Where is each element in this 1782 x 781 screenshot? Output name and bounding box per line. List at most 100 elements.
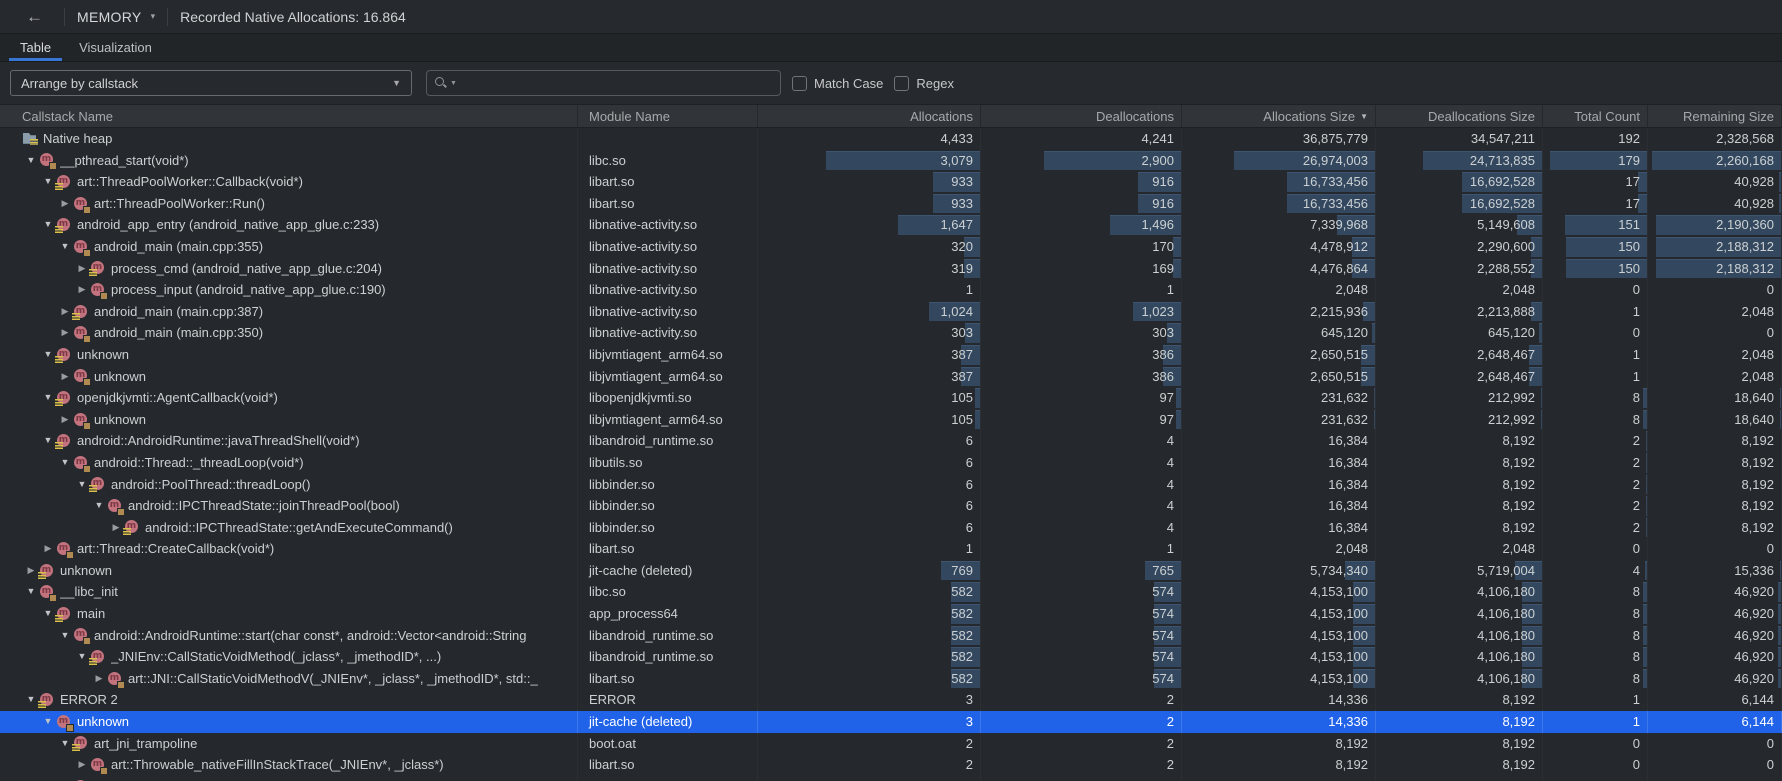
column-header-module-name[interactable]: Module Name bbox=[578, 105, 758, 127]
module-name: libnative-activity.so bbox=[578, 258, 758, 280]
table-row-unknown[interactable]: ▶unknownjit-cache (deleted)7697655,734,3… bbox=[0, 560, 1782, 582]
column-header-deallocations[interactable]: Deallocations bbox=[981, 105, 1182, 127]
table-row-android-main-main-cpp-355[interactable]: ▼android_main (main.cpp:355)libnative-ac… bbox=[0, 236, 1782, 258]
tab-table[interactable]: Table bbox=[6, 34, 65, 61]
column-header-allocations-size[interactable]: Allocations Size▼ bbox=[1182, 105, 1376, 127]
tree-collapse-icon[interactable]: ▶ bbox=[23, 560, 39, 582]
tree-expand-icon[interactable]: ▼ bbox=[40, 214, 56, 236]
callstack-table-body: Native heap4,4334,24136,875,77934,547,21… bbox=[0, 128, 1782, 781]
tree-collapse-icon[interactable]: ▶ bbox=[91, 668, 107, 690]
search-options-caret-icon[interactable]: ▼ bbox=[450, 80, 457, 87]
tree-collapse-icon[interactable]: ▶ bbox=[57, 322, 73, 344]
chevron-down-icon[interactable]: ▾ bbox=[151, 11, 156, 22]
table-row-android-thread-threadloop-void[interactable]: ▼android::Thread::_threadLoop(void*)libu… bbox=[0, 452, 1782, 474]
module-name: libart.so bbox=[578, 754, 758, 776]
tree-collapse-icon[interactable]: ▶ bbox=[74, 754, 90, 776]
tree-collapse-icon[interactable]: ▶ bbox=[57, 366, 73, 388]
session-title[interactable]: MEMORY bbox=[77, 9, 142, 25]
table-row-art-jni-trampoline[interactable]: ▼art_jni_trampolineboot.oat228,1928,1920… bbox=[0, 733, 1782, 755]
table-row-android-main-main-cpp-387[interactable]: ▶android_main (main.cpp:387)libnative-ac… bbox=[0, 301, 1782, 323]
table-row-art-throwable-nativefillinstac[interactable]: ▶art::Throwable_nativeFillInStackTrace(_… bbox=[0, 754, 1782, 776]
table-row-art-quick-to-interpreter-bridg[interactable]: ▶art_quick_to_interpreter_bridgelibart.s… bbox=[0, 776, 1782, 781]
back-icon[interactable]: ← bbox=[26, 7, 52, 27]
value-text: 2 bbox=[1633, 433, 1647, 448]
regex-checkbox[interactable]: Regex bbox=[894, 76, 954, 91]
allocation-method-icon bbox=[107, 498, 124, 514]
table-row-android-androidruntime-javathr[interactable]: ▼android::AndroidRuntime::javaThreadShel… bbox=[0, 430, 1782, 452]
value-text: 8,192 bbox=[1502, 736, 1542, 751]
tree-expand-icon[interactable]: ▼ bbox=[40, 711, 56, 733]
table-row-android-poolthread-threadloop[interactable]: ▼android::PoolThread::threadLoop()libbin… bbox=[0, 474, 1782, 496]
tree-expand-icon[interactable]: ▼ bbox=[40, 603, 56, 625]
value-text: 14,336 bbox=[1328, 692, 1375, 707]
tree-collapse-icon[interactable]: ▶ bbox=[108, 517, 124, 539]
tree-expand-icon[interactable]: ▼ bbox=[40, 171, 56, 193]
value-cell: 2 bbox=[981, 711, 1182, 733]
value-text: 8,192 bbox=[1741, 498, 1781, 513]
tree-collapse-icon[interactable]: ▶ bbox=[57, 301, 73, 323]
tree-expand-icon[interactable]: ▼ bbox=[57, 733, 73, 755]
value-text: 1 bbox=[1633, 692, 1647, 707]
table-row-art-threadpoolworker-callback-[interactable]: ▼art::ThreadPoolWorker::Callback(void*)l… bbox=[0, 171, 1782, 193]
table-row-android-main-main-cpp-350[interactable]: ▶android_main (main.cpp:350)libnative-ac… bbox=[0, 322, 1782, 344]
tree-collapse-icon[interactable]: ▶ bbox=[57, 193, 73, 215]
column-header-remaining-size[interactable]: Remaining Size bbox=[1648, 105, 1782, 127]
table-row-libc-init[interactable]: ▼__libc_initlibc.so5825744,153,1004,106,… bbox=[0, 581, 1782, 603]
arrange-by-dropdown[interactable]: Arrange by callstack ▼ bbox=[10, 70, 412, 96]
table-row-android-ipcthreadstate-getande[interactable]: ▶android::IPCThreadState::getAndExecuteC… bbox=[0, 517, 1782, 539]
table-row-process-input-android-native-a[interactable]: ▶process_input (android_native_app_glue.… bbox=[0, 279, 1782, 301]
table-row-android-app-entry-android-nati[interactable]: ▼android_app_entry (android_native_app_g… bbox=[0, 214, 1782, 236]
tree-expand-icon[interactable]: ▼ bbox=[23, 150, 39, 172]
tree-expand-icon[interactable]: ▼ bbox=[91, 495, 107, 517]
value-text: 2 bbox=[1633, 498, 1647, 513]
table-row-art-thread-createcallback-void[interactable]: ▶art::Thread::CreateCallback(void*)libar… bbox=[0, 538, 1782, 560]
table-row-error-2[interactable]: ▼ERROR 2ERROR3214,3368,19216,144 bbox=[0, 689, 1782, 711]
tree-collapse-icon[interactable]: ▶ bbox=[57, 776, 73, 781]
value-cell: 574 bbox=[981, 581, 1182, 603]
column-header-deallocations-size[interactable]: Deallocations Size bbox=[1376, 105, 1543, 127]
tree-collapse-icon[interactable]: ▶ bbox=[74, 279, 90, 301]
table-row-unknown[interactable]: ▶unknownlibjvmtiagent_arm64.so10597231,6… bbox=[0, 409, 1782, 431]
column-header-allocations[interactable]: Allocations bbox=[758, 105, 981, 127]
table-row-art-jni-callstaticvoidmethodv-[interactable]: ▶art::JNI::CallStaticVoidMethodV(_JNIEnv… bbox=[0, 668, 1782, 690]
tree-expand-icon[interactable]: ▼ bbox=[40, 344, 56, 366]
tab-visualization[interactable]: Visualization bbox=[65, 34, 166, 61]
tree-collapse-icon[interactable]: ▶ bbox=[57, 409, 73, 431]
value-cell: 0 bbox=[1543, 754, 1648, 776]
value-text: 2,188,312 bbox=[1716, 239, 1781, 254]
table-row-openjdkjvmti-agentcallback-voi[interactable]: ▼openjdkjvmti::AgentCallback(void*)libop… bbox=[0, 387, 1782, 409]
tree-expand-icon[interactable]: ▼ bbox=[57, 236, 73, 258]
table-row-art-threadpoolworker-run[interactable]: ▶art::ThreadPoolWorker::Run()libart.so93… bbox=[0, 193, 1782, 215]
allocation-method-icon bbox=[56, 174, 73, 190]
tree-expand-icon[interactable]: ▼ bbox=[57, 452, 73, 474]
column-header-callstack-name[interactable]: Callstack Name bbox=[0, 105, 578, 127]
column-header-total-count[interactable]: Total Count bbox=[1543, 105, 1648, 127]
table-row-native-heap[interactable]: Native heap4,4334,24136,875,77934,547,21… bbox=[0, 128, 1782, 150]
tree-expand-icon[interactable]: ▼ bbox=[23, 581, 39, 603]
tree-expand-icon[interactable]: ▼ bbox=[23, 689, 39, 711]
tree-expand-icon[interactable]: ▼ bbox=[74, 646, 90, 668]
value-cell: 0 bbox=[1648, 733, 1782, 755]
match-case-checkbox[interactable]: Match Case bbox=[792, 76, 883, 91]
tree-expand-icon[interactable]: ▼ bbox=[57, 625, 73, 647]
value-text: 16,733,456 bbox=[1303, 174, 1375, 189]
search-input[interactable]: ▼ bbox=[426, 70, 781, 96]
table-row-unknown[interactable]: ▶unknownlibjvmtiagent_arm64.so3873862,65… bbox=[0, 366, 1782, 388]
table-row-unknown[interactable]: ▼unknownjit-cache (deleted)3214,3368,192… bbox=[0, 711, 1782, 733]
tree-collapse-icon[interactable]: ▶ bbox=[40, 538, 56, 560]
table-row-android-ipcthreadstate-jointhr[interactable]: ▼android::IPCThreadState::joinThreadPool… bbox=[0, 495, 1782, 517]
value-cell: 582 bbox=[758, 646, 981, 668]
value-cell: 1,496 bbox=[981, 214, 1182, 236]
table-row-android-androidruntime-start-c[interactable]: ▼android::AndroidRuntime::start(char con… bbox=[0, 625, 1782, 647]
value-text: 645,120 bbox=[1488, 325, 1542, 340]
value-text: 2,215,936 bbox=[1310, 304, 1375, 319]
table-row-jnienv-callstaticvoidmethod-jc[interactable]: ▼_JNIEnv::CallStaticVoidMethod(_jclass*,… bbox=[0, 646, 1782, 668]
tree-expand-icon[interactable]: ▼ bbox=[40, 430, 56, 452]
table-row-pthread-start-void[interactable]: ▼__pthread_start(void*)libc.so3,0792,900… bbox=[0, 150, 1782, 172]
tree-expand-icon[interactable]: ▼ bbox=[74, 474, 90, 496]
table-row-process-cmd-android-native-app[interactable]: ▶process_cmd (android_native_app_glue.c:… bbox=[0, 258, 1782, 280]
table-row-unknown[interactable]: ▼unknownlibjvmtiagent_arm64.so3873862,65… bbox=[0, 344, 1782, 366]
table-row-main[interactable]: ▼mainapp_process645825744,153,1004,106,1… bbox=[0, 603, 1782, 625]
tree-expand-icon[interactable]: ▼ bbox=[40, 387, 56, 409]
tree-collapse-icon[interactable]: ▶ bbox=[74, 258, 90, 280]
